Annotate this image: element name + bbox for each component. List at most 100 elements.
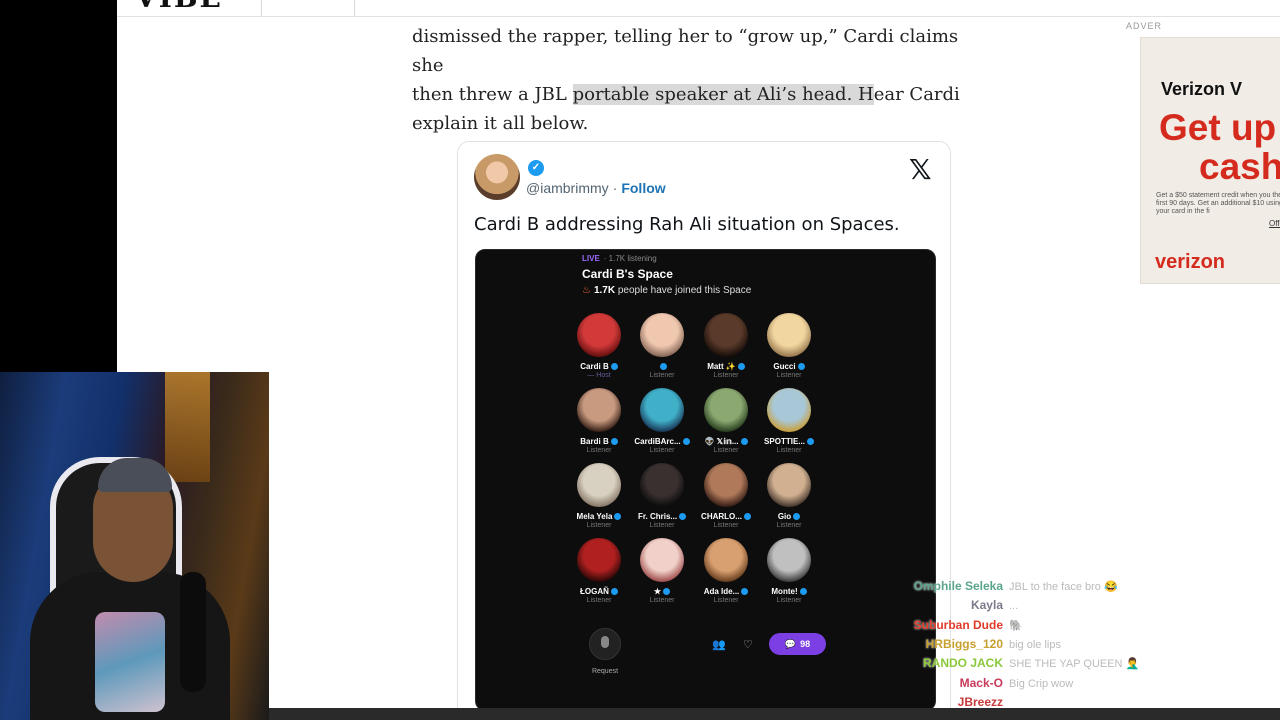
- chat-message: Kayla...: [971, 598, 1018, 616]
- advertisement-label: ADVER: [1126, 21, 1163, 31]
- verizon-ad[interactable]: Verizon V Get up cash Get a $50 statemen…: [1140, 37, 1280, 284]
- verified-badge-icon: [659, 363, 667, 371]
- participant-avatar[interactable]: [767, 388, 811, 432]
- chat-message: HRBiggs_120 big ole lips: [926, 637, 1061, 655]
- participant-name-row: Monte!: [754, 587, 824, 596]
- chat-message: Omphile Seleka JBL to the face bro 😂: [914, 579, 1118, 597]
- baseball-cap: [98, 458, 172, 492]
- site-header: VIBE: [117, 0, 1280, 17]
- participant-avatar[interactable]: [704, 388, 748, 432]
- participant-name-row: Gucci: [754, 362, 824, 371]
- participant-name: Matt ✨: [707, 362, 736, 371]
- participant-name: Monte!: [771, 587, 798, 596]
- space-participant[interactable]: Monte! Listener: [754, 538, 824, 604]
- space-participant[interactable]: ŁOGAÑ Listener: [564, 538, 634, 604]
- participant-avatar[interactable]: [704, 538, 748, 582]
- space-participant[interactable]: Bardi B Listener: [564, 388, 634, 454]
- article-line: dismissed the rapper, telling her to “gr…: [412, 26, 959, 76]
- participant-name: Mela Yela: [576, 512, 613, 521]
- space-participant[interactable]: 👽 𝕏𝕚𝕟... Listener: [691, 388, 761, 454]
- space-participant[interactable]: SPOTTIE... Listener: [754, 388, 824, 454]
- webcam-overlay: [0, 372, 269, 720]
- chat-message: RANDO JACK SHE THE YAP QUEEN 🤦‍♂️: [923, 656, 1139, 674]
- heart-icon[interactable]: ♡: [743, 638, 753, 651]
- participant-name-row: [627, 362, 697, 371]
- chat-text: Big Crip wow: [1009, 677, 1074, 690]
- space-participant[interactable]: CHARLO... Listener: [691, 463, 761, 529]
- participant-role: Listener: [713, 522, 739, 529]
- participant-name-row: Cardi B: [564, 362, 634, 371]
- participant-avatar[interactable]: [577, 388, 621, 432]
- participant-name: ŁOGAÑ: [580, 587, 609, 596]
- space-participant[interactable]: Ada Ide... Listener: [691, 538, 761, 604]
- ad-brand: Verizon V: [1161, 79, 1243, 99]
- replies-button[interactable]: 💬 98: [769, 633, 826, 655]
- verified-badge-icon: [663, 588, 671, 596]
- participant-name-row: Mela Yela: [564, 512, 634, 521]
- participant-avatar[interactable]: [577, 538, 621, 582]
- space-participant[interactable]: CardiBArc... Listener: [627, 388, 697, 454]
- participant-avatar[interactable]: [767, 538, 811, 582]
- participant-avatar[interactable]: [640, 538, 684, 582]
- space-participant[interactable]: Matt ✨ Listener: [691, 313, 761, 379]
- space-participant[interactable]: Listener: [627, 313, 697, 379]
- participant-avatar[interactable]: [640, 388, 684, 432]
- ad-cta-link[interactable]: Offe: [1269, 219, 1280, 228]
- participant-avatar[interactable]: [767, 463, 811, 507]
- x-logo-icon[interactable]: 𝕏: [909, 153, 932, 186]
- chat-username[interactable]: HRBiggs_120: [926, 637, 1003, 651]
- space-participant[interactable]: Gucci Listener: [754, 313, 824, 379]
- participant-avatar[interactable]: [640, 463, 684, 507]
- participant-avatar[interactable]: [577, 313, 621, 357]
- participant-avatar[interactable]: [640, 313, 684, 357]
- space-participant[interactable]: Gio Listener: [754, 463, 824, 529]
- space-participant[interactable]: ★ Listener: [627, 538, 697, 604]
- chat-username[interactable]: Mack-O: [960, 676, 1003, 690]
- participant-avatar[interactable]: [577, 463, 621, 507]
- ad-fine-print: Get a $50 statement credit when you the …: [1156, 192, 1280, 215]
- tweet-author-avatar[interactable]: [474, 154, 520, 200]
- participant-name-row: Ada Ide...: [691, 587, 761, 596]
- participant-role: Listener: [713, 372, 739, 379]
- verified-badge-icon: [799, 588, 807, 596]
- site-logo[interactable]: VIBE: [135, 0, 223, 12]
- verified-badge-icon: [797, 363, 805, 371]
- participant-avatar[interactable]: [704, 313, 748, 357]
- participant-name: Cardi B: [580, 362, 609, 371]
- participant-role: Listener: [586, 597, 612, 604]
- chat-text: JBL to the face bro 😂: [1009, 581, 1118, 593]
- chat-username[interactable]: RANDO JACK: [923, 656, 1003, 670]
- chat-message: Suburban Dude 🐘: [914, 618, 1023, 636]
- embedded-tweet[interactable]: ✓ @iambrimmy · Follow 𝕏 Cardi B addressing…: [457, 141, 951, 720]
- tweet-handle[interactable]: @iambrimmy: [526, 180, 609, 196]
- tweet-text: Cardi B addressing Rah Ali situation on …: [474, 214, 900, 235]
- participant-name-row: CardiBArc...: [627, 437, 697, 446]
- listening-count: · 1.7K listening: [603, 254, 657, 263]
- participant-avatar[interactable]: [767, 313, 811, 357]
- chat-username[interactable]: JBreezz: [958, 695, 1003, 709]
- joined-row: ♨ 1.7K people have joined this Space: [582, 285, 751, 296]
- space-participant[interactable]: Fr. Chris... Listener: [627, 463, 697, 529]
- chat-username[interactable]: Suburban Dude: [914, 618, 1003, 632]
- participant-avatar[interactable]: [704, 463, 748, 507]
- people-icon[interactable]: 👥: [712, 638, 726, 651]
- microphone: [180, 572, 206, 692]
- space-participant[interactable]: Mela Yela Listener: [564, 463, 634, 529]
- space-participant[interactable]: Cardi B — Host: [564, 313, 634, 379]
- follow-link[interactable]: Follow: [621, 180, 665, 196]
- participant-name: Gucci: [773, 362, 796, 371]
- spaces-screenshot[interactable]: LIVE · 1.7K listening Cardi B's Space ♨ 1.…: [475, 249, 936, 711]
- chat-message: Mack-O Big Crip wow: [960, 676, 1074, 694]
- participant-name: ★: [653, 587, 662, 596]
- live-badge: LIVE: [582, 254, 600, 263]
- participant-name: Gio: [777, 512, 792, 521]
- verified-badge-icon: [610, 438, 618, 446]
- participant-name: Bardi B: [580, 437, 609, 446]
- fire-icon: ♨: [582, 285, 591, 296]
- participant-role: Listener: [776, 597, 802, 604]
- microphone-icon[interactable]: [589, 628, 621, 660]
- joined-count: 1.7K: [593, 285, 616, 296]
- chat-username[interactable]: Omphile Seleka: [914, 579, 1003, 593]
- chat-username[interactable]: Kayla: [971, 598, 1003, 612]
- participant-name-row: CHARLO...: [691, 512, 761, 521]
